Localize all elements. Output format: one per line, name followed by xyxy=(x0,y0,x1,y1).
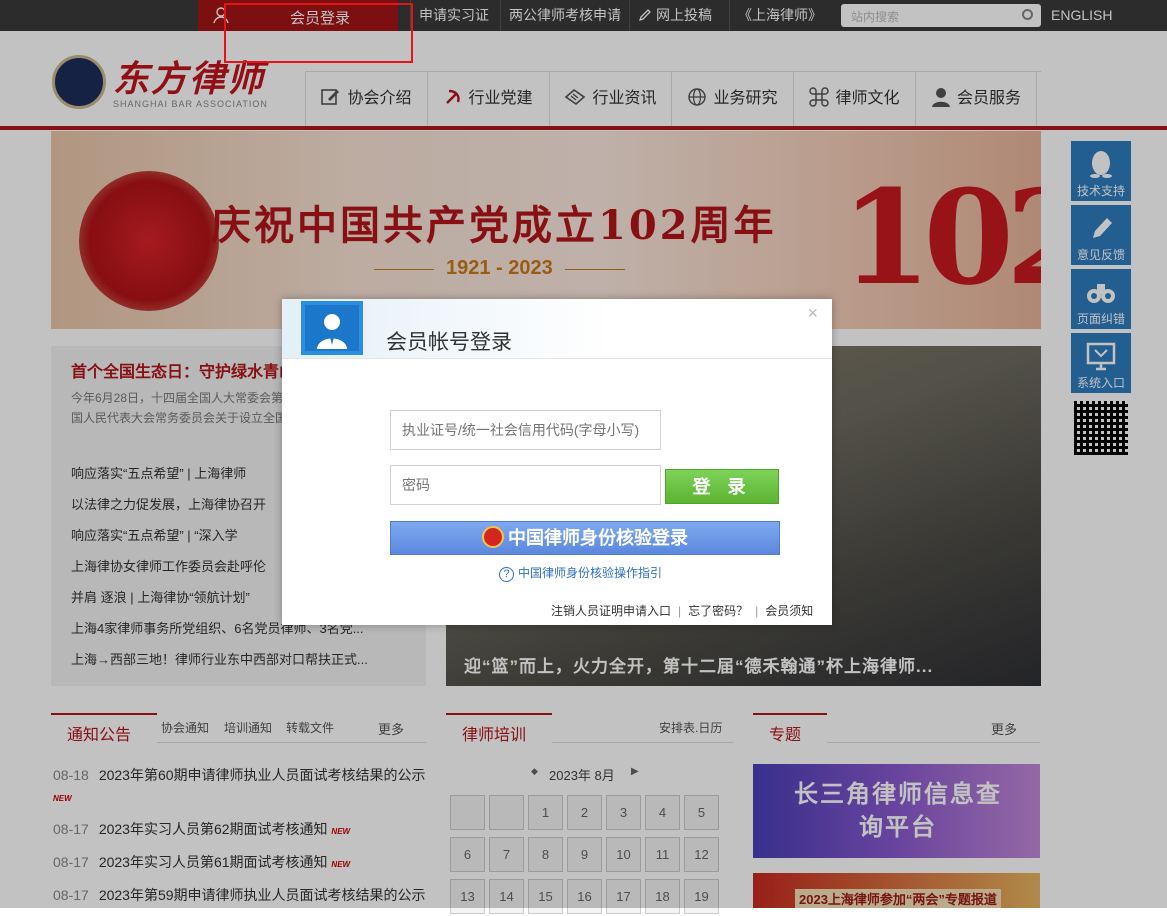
login-modal: 会员帐号登录 × 登 录 中国律师身份核验登录 ? 中国律师身份核验操作指引 注销… xyxy=(282,299,832,625)
separator: | xyxy=(755,604,759,618)
lawyer-identity-login-label: 中国律师身份核验登录 xyxy=(508,528,688,548)
modal-title: 会员帐号登录 xyxy=(386,331,512,354)
separator: | xyxy=(678,604,682,618)
guide-link[interactable]: ? 中国律师身份核验操作指引 xyxy=(499,564,662,582)
help-icon: ? xyxy=(499,567,514,582)
highlight-box xyxy=(224,3,413,63)
user-monitor-icon xyxy=(301,301,363,355)
national-emblem-icon xyxy=(482,526,504,549)
guide-label: 中国律师身份核验操作指引 xyxy=(518,566,663,580)
password-input[interactable] xyxy=(390,465,661,505)
login-button[interactable]: 登 录 xyxy=(665,469,779,504)
member-notice-link[interactable]: 会员须知 xyxy=(765,604,813,618)
lawyer-identity-login-button[interactable]: 中国律师身份核验登录 xyxy=(390,521,780,555)
license-number-input[interactable] xyxy=(390,410,661,450)
close-icon[interactable]: × xyxy=(807,303,818,324)
modal-header: 会员帐号登录 × xyxy=(282,299,832,359)
deregistration-link[interactable]: 注销人员证明申请入口 xyxy=(551,604,671,618)
modal-footer: 注销人员证明申请入口 | 忘了密码？ | 会员须知 xyxy=(551,602,813,619)
forgot-password-link[interactable]: 忘了密码？ xyxy=(688,604,748,618)
